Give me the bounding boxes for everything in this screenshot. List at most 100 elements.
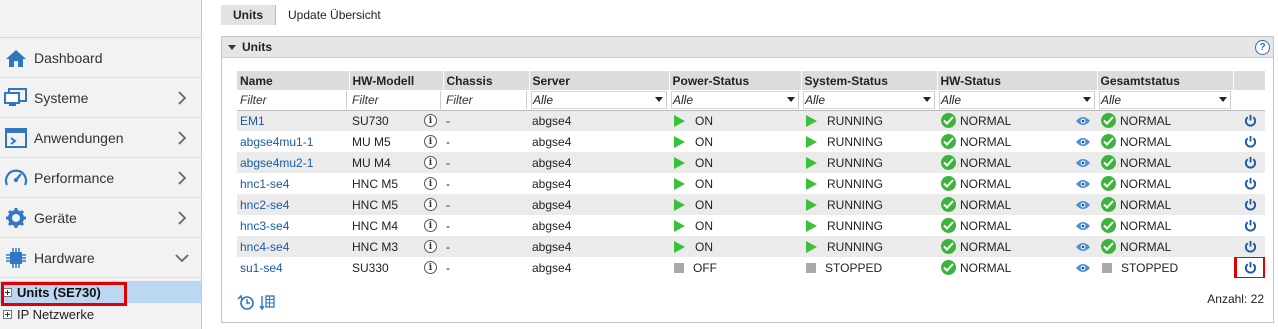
info-icon[interactable]: i — [424, 135, 437, 148]
info-icon[interactable]: i — [424, 114, 437, 128]
sidebar-item-dashboard[interactable]: Dashboard — [0, 38, 201, 78]
chevron-right-icon — [173, 89, 191, 107]
power-button[interactable] — [1237, 174, 1263, 193]
column-header-name[interactable]: Name — [237, 71, 350, 90]
help-icon[interactable]: ? — [1255, 40, 1270, 55]
play-icon — [806, 114, 817, 127]
power-button[interactable] — [1237, 153, 1263, 172]
hw-filter-select[interactable]: Alle — [939, 90, 1095, 109]
expand-icon[interactable] — [3, 309, 12, 319]
table-row[interactable]: abgse4mu1-1 MU M5 i - abgse4 ON RUNNING NORMAL N… — [237, 131, 1265, 152]
collapse-caret-icon[interactable] — [228, 44, 236, 50]
sidebar-item-geraete[interactable]: Geräte — [0, 198, 201, 238]
refresh-clock-icon[interactable] — [237, 294, 255, 310]
power-status-value: ON — [695, 155, 713, 170]
unit-name-link[interactable]: su1-se4 — [240, 261, 283, 275]
unit-name-link[interactable]: hnc3-se4 — [240, 219, 289, 233]
column-header-gesamtstatus[interactable]: Gesamtstatus — [1097, 71, 1234, 90]
system-filter-select[interactable]: Alle — [803, 90, 935, 109]
check-circle-icon — [1101, 155, 1116, 170]
column-header-hw-status[interactable]: HW-Status — [937, 71, 1098, 90]
check-circle-icon — [1101, 197, 1116, 212]
unit-name-link[interactable]: abgse4mu1-1 — [240, 135, 313, 149]
eye-icon[interactable] — [1075, 242, 1091, 252]
tree-item-label: Units (SE730) — [17, 284, 101, 300]
unit-name-link[interactable]: hnc4-se4 — [240, 240, 289, 254]
power-button[interactable] — [1237, 195, 1263, 214]
model-filter-input[interactable]: Filter — [351, 90, 441, 109]
power-button[interactable] — [1237, 111, 1263, 130]
server-value: abgse4 — [532, 239, 572, 254]
tab-update-uebersicht[interactable]: Update Übersicht — [276, 5, 393, 25]
hw-status-value: NORMAL — [960, 260, 1012, 275]
eye-icon[interactable] — [1075, 200, 1091, 210]
hw-model-value: SU730 — [352, 113, 389, 128]
unit-name-link[interactable]: hnc1-se4 — [240, 177, 289, 191]
column-header-power-status[interactable]: Power-Status — [669, 71, 802, 90]
total-filter-select[interactable]: Alle — [1099, 90, 1231, 109]
power-filter-select[interactable]: Alle — [671, 90, 799, 109]
server-filter-select[interactable]: Alle — [531, 90, 667, 109]
table-row[interactable]: hnc3-se4 HNC M4 i - abgse4 ON RUNNING NORMAL NOR… — [237, 215, 1265, 236]
info-icon[interactable]: i — [424, 240, 437, 253]
tab-units[interactable]: Units — [221, 5, 276, 25]
chevron-down-icon — [173, 249, 191, 267]
sidebar-item-label: Systeme — [34, 89, 89, 106]
table-row[interactable]: su1-se4 SU330 i - abgse4 OFF STOPPED NORMAL STOP… — [237, 257, 1265, 278]
power-button[interactable] — [1237, 216, 1263, 235]
power-icon — [1244, 156, 1256, 169]
unit-name-link[interactable]: hnc2-se4 — [240, 198, 289, 212]
power-button[interactable] — [1237, 237, 1263, 256]
column-header-system-status[interactable]: System-Status — [801, 71, 938, 90]
name-filter-input[interactable]: Filter — [239, 90, 347, 109]
power-button[interactable] — [1234, 257, 1265, 278]
window-icon — [4, 126, 28, 150]
eye-icon[interactable] — [1075, 263, 1091, 273]
panel-header[interactable]: Units — [222, 37, 1273, 58]
server-value: abgse4 — [532, 113, 572, 128]
eye-icon[interactable] — [1075, 179, 1091, 189]
tree-item-ip-netzwerke[interactable]: IP Netzwerke — [0, 303, 201, 325]
eye-icon[interactable] — [1075, 221, 1091, 231]
eye-icon[interactable] — [1075, 116, 1091, 126]
table-row[interactable]: hnc4-se4 HNC M3 i - abgse4 ON RUNNING NORMAL NOR… — [237, 236, 1265, 257]
dropdown-arrow-icon — [1219, 97, 1227, 103]
chassis-value: - — [446, 155, 450, 170]
column-header-hw-modell[interactable]: HW-Modell — [349, 71, 444, 90]
server-value: abgse4 — [532, 197, 572, 212]
chassis-filter-input[interactable]: Filter — [445, 90, 527, 109]
column-header-chassis[interactable]: Chassis — [443, 71, 530, 90]
unit-name-link[interactable]: abgse4mu2-1 — [240, 156, 313, 170]
power-icon — [1244, 240, 1256, 253]
info-icon[interactable]: i — [424, 219, 437, 232]
info-icon[interactable]: i — [424, 261, 437, 274]
power-icon — [1244, 135, 1256, 148]
info-icon[interactable]: i — [424, 156, 437, 169]
unit-name-link[interactable]: EM1 — [240, 114, 265, 128]
table-row[interactable]: hnc1-se4 HNC M5 i - abgse4 ON RUNNING NORMAL NOR… — [237, 173, 1265, 194]
info-icon[interactable]: i — [424, 198, 437, 211]
eye-icon[interactable] — [1075, 137, 1091, 147]
sidebar-item-systeme[interactable]: Systeme — [0, 78, 201, 118]
export-list-icon[interactable] — [259, 294, 275, 310]
power-icon — [1244, 177, 1256, 190]
sidebar-item-label: Dashboard — [34, 49, 103, 66]
sidebar-item-anwendungen[interactable]: Anwendungen — [0, 118, 201, 158]
chassis-value: - — [446, 176, 450, 191]
sidebar-item-performance[interactable]: Performance — [0, 158, 201, 198]
expand-icon[interactable] — [3, 287, 12, 297]
table-row[interactable]: EM1 SU730 i - abgse4 ON RUNNING NORMAL NORMAL — [237, 110, 1265, 131]
power-button[interactable] — [1237, 132, 1263, 151]
info-icon[interactable]: i — [424, 177, 437, 190]
eye-icon[interactable] — [1075, 158, 1091, 168]
table-row[interactable]: abgse4mu2-1 MU M4 i - abgse4 ON RUNNING NORMAL N… — [237, 152, 1265, 173]
play-icon — [674, 156, 685, 169]
play-icon — [674, 114, 685, 127]
tree-item-units[interactable]: Units (SE730) — [0, 281, 201, 303]
hw-status-value: NORMAL — [960, 239, 1012, 254]
table-row[interactable]: hnc2-se4 HNC M5 i - abgse4 ON RUNNING NORMAL NOR… — [237, 194, 1265, 215]
sidebar-item-hardware[interactable]: Hardware — [0, 238, 201, 278]
play-icon — [674, 177, 685, 190]
system-status-value: RUNNING — [827, 239, 883, 254]
column-header-server[interactable]: Server — [529, 71, 670, 90]
